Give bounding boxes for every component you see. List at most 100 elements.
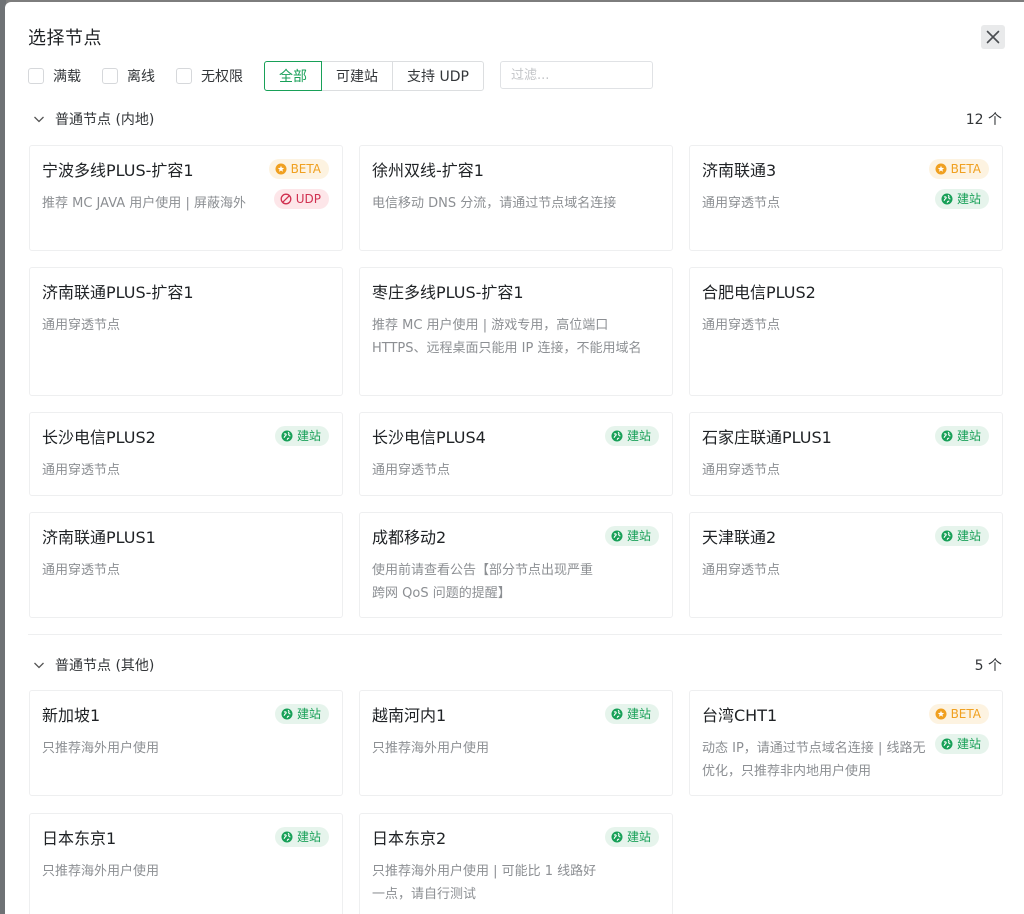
star-badge-icon [275, 163, 287, 175]
checkbox-box[interactable] [102, 68, 118, 84]
tag-label: 建站 [956, 429, 981, 443]
tag-site: 建站 [604, 827, 659, 847]
node-name: 日本东京2 [372, 829, 447, 848]
checkbox-full-load[interactable]: 满载 [28, 61, 81, 91]
node-name: 济南联通PLUS1 [42, 528, 156, 547]
node-select-modal: 选择节点 满载 离线 无权限 全部 可建站 支持 UDP 普通节点 (内地) 12… [5, 2, 1024, 914]
section-count: 12 个 [965, 112, 1002, 128]
checkbox-label: 离线 [127, 69, 155, 85]
tag-label: 建站 [296, 707, 321, 721]
close-button[interactable] [981, 25, 1005, 49]
tag-udp: UDP [273, 189, 329, 209]
node-card[interactable]: 长沙电信PLUS2 通用穿透节点 建站 [29, 412, 343, 496]
star-badge-icon [935, 163, 947, 175]
node-name: 石家庄联通PLUS1 [702, 428, 832, 447]
node-card[interactable]: 济南联通3 通用穿透节点 BETA 建站 [689, 145, 1003, 251]
ban-icon [280, 193, 292, 205]
tag-site: 建站 [274, 827, 329, 847]
tag-site: 建站 [934, 189, 989, 209]
section-divider [28, 634, 1002, 635]
node-name: 宁波多线PLUS-扩容1 [42, 161, 194, 180]
node-card[interactable]: 越南河内1 只推荐海外用户使用 建站 [359, 690, 673, 796]
node-name: 天津联通2 [702, 528, 777, 547]
node-card[interactable]: 新加坡1 只推荐海外用户使用 建站 [29, 690, 343, 796]
tag-label: 建站 [296, 429, 321, 443]
globe-icon [611, 530, 623, 542]
node-card[interactable]: 徐州双线-扩容1 电信移动 DNS 分流，请通过节点域名连接 [359, 145, 673, 251]
star-badge-icon [935, 708, 947, 720]
globe-icon [941, 530, 953, 542]
node-name: 徐州双线-扩容1 [372, 161, 484, 180]
node-card[interactable]: 济南联通PLUS-扩容1 通用穿透节点 [29, 267, 343, 396]
globe-icon [281, 831, 293, 843]
node-card[interactable]: 石家庄联通PLUS1 通用穿透节点 建站 [689, 412, 1003, 496]
globe-icon [611, 708, 623, 720]
node-name: 新加坡1 [42, 706, 101, 725]
tag-site: 建站 [274, 426, 329, 446]
tag-site: 建站 [934, 734, 989, 754]
tag-label: 建站 [626, 429, 651, 443]
tag-label: 建站 [296, 830, 321, 844]
tag-site: 建站 [604, 526, 659, 546]
tag-label: BETA [950, 707, 981, 721]
tag-beta: BETA [268, 159, 329, 179]
tag-label: 建站 [956, 192, 981, 206]
node-name: 枣庄多线PLUS-扩容1 [372, 283, 524, 302]
checkbox-label: 无权限 [201, 69, 243, 85]
node-description: 通用穿透节点 [42, 318, 121, 333]
node-description: 通用穿透节点 [42, 463, 121, 478]
node-card[interactable]: 合肥电信PLUS2 通用穿透节点 [689, 267, 1003, 396]
node-card[interactable]: 天津联通2 通用穿透节点 建站 [689, 512, 1003, 618]
globe-icon [941, 193, 953, 205]
tag-label: 建站 [626, 707, 651, 721]
filter-udp-button[interactable]: 支持 UDP [392, 61, 484, 91]
node-card[interactable]: 成都移动2 使用前请查看公告【部分节点出现严重跨网 QoS 问题的提醒】 建站 [359, 512, 673, 618]
node-name: 越南河内1 [372, 706, 447, 725]
filter-search-input[interactable] [500, 61, 653, 89]
node-description: 通用穿透节点 [702, 463, 781, 478]
chevron-down-icon [34, 662, 44, 669]
checkbox-offline[interactable]: 离线 [102, 61, 155, 91]
section-header[interactable]: 普通节点 (其他) 5 个 [32, 653, 1002, 677]
tag-site: 建站 [274, 704, 329, 724]
node-card[interactable]: 日本东京1 只推荐海外用户使用 建站 [29, 813, 343, 914]
tag-site: 建站 [604, 426, 659, 446]
node-description: 电信移动 DNS 分流，请通过节点域名连接 [372, 196, 617, 211]
section-count: 5 个 [974, 658, 1002, 674]
tag-label: BETA [290, 162, 321, 176]
node-card[interactable]: 日本东京2 只推荐海外用户使用 | 可能比 1 线路好一点，请自行测试 建站 [359, 813, 673, 914]
tag-label: UDP [295, 192, 321, 206]
node-name: 台湾CHT1 [702, 706, 778, 725]
filter-site-button[interactable]: 可建站 [321, 61, 393, 91]
section-header[interactable]: 普通节点 (内地) 12 个 [32, 107, 1002, 131]
node-card[interactable]: 长沙电信PLUS4 通用穿透节点 建站 [359, 412, 673, 496]
node-name: 长沙电信PLUS2 [42, 428, 156, 447]
tag-label: BETA [950, 162, 981, 176]
filter-all-button[interactable]: 全部 [264, 61, 322, 91]
node-description: 使用前请查看公告【部分节点出现严重跨网 QoS 问题的提醒】 [372, 563, 594, 601]
node-card[interactable]: 济南联通PLUS1 通用穿透节点 [29, 512, 343, 618]
node-description: 只推荐海外用户使用 | 可能比 1 线路好一点，请自行测试 [372, 864, 597, 902]
globe-icon [611, 430, 623, 442]
globe-icon [281, 708, 293, 720]
node-description: 只推荐海外用户使用 [42, 864, 160, 879]
modal-header: 选择节点 [28, 24, 102, 54]
tag-beta: BETA [928, 159, 989, 179]
node-description: 通用穿透节点 [702, 196, 781, 211]
checkbox-box[interactable] [28, 68, 44, 84]
node-card[interactable]: 枣庄多线PLUS-扩容1 推荐 MC 用户使用 | 游戏专用，高位端口 HTTPS… [359, 267, 673, 396]
checkbox-no-permission[interactable]: 无权限 [176, 61, 243, 91]
tag-label: 建站 [626, 529, 651, 543]
node-description: 推荐 MC 用户使用 | 游戏专用，高位端口 HTTPS、远程桌面只能用 IP … [372, 318, 642, 356]
globe-icon [941, 430, 953, 442]
tag-label: 建站 [956, 737, 981, 751]
node-description: 通用穿透节点 [42, 563, 121, 578]
node-card[interactable]: 台湾CHT1 动态 IP，请通过节点域名连接 | 线路无优化，只推荐非内地用户使用… [689, 690, 1003, 796]
tag-beta: BETA [928, 704, 989, 724]
filter-toolbar: 满载 离线 无权限 全部 可建站 支持 UDP [28, 61, 668, 91]
node-name: 合肥电信PLUS2 [702, 283, 816, 302]
node-card[interactable]: 宁波多线PLUS-扩容1 推荐 MC JAVA 用户使用 | 屏蔽海外 BETA UD… [29, 145, 343, 251]
globe-icon [941, 738, 953, 750]
checkbox-box[interactable] [176, 68, 192, 84]
node-description: 动态 IP，请通过节点域名连接 | 线路无优化，只推荐非内地用户使用 [702, 741, 926, 779]
